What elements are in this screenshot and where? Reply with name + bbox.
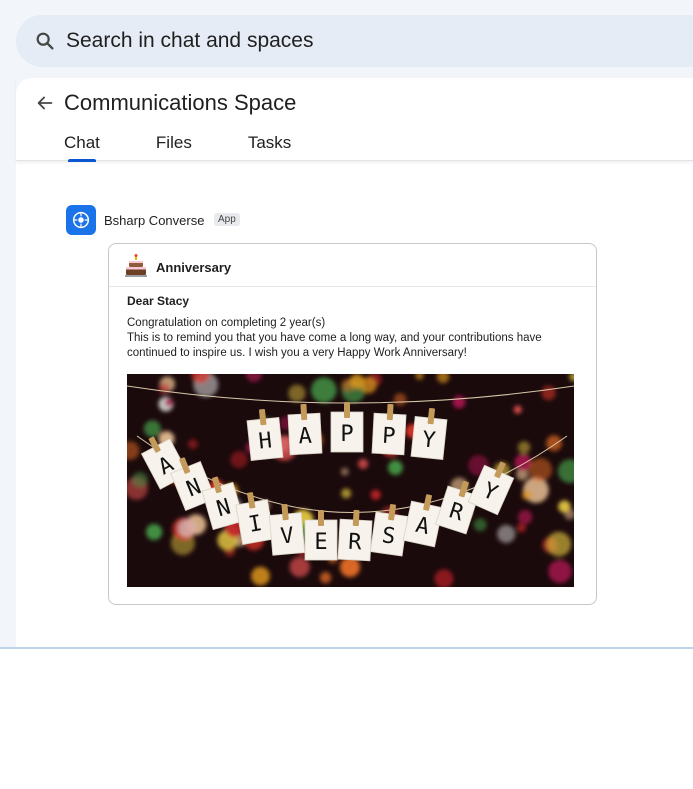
tab-files[interactable]: Files bbox=[156, 133, 192, 153]
banner-letter-top-1: A bbox=[287, 403, 323, 456]
search-bar[interactable]: Search in chat and spaces bbox=[16, 15, 693, 67]
anniversary-card: Anniversary Dear Stacy Congratulation on… bbox=[108, 243, 597, 605]
bot-icon bbox=[72, 211, 90, 229]
svg-text:R: R bbox=[348, 530, 363, 556]
space-tabs: Chat Files Tasks bbox=[64, 133, 347, 162]
svg-text:A: A bbox=[298, 424, 313, 450]
banner-letter-top-2: P bbox=[330, 402, 364, 453]
message-line: Congratulation on completing 2 year(s) bbox=[127, 317, 326, 329]
svg-text:Y: Y bbox=[421, 427, 437, 453]
back-arrow-icon[interactable] bbox=[34, 92, 56, 114]
space-panel: Communications Space Chat Files Tasks Bs… bbox=[16, 78, 693, 648]
app-badge: App bbox=[214, 213, 240, 226]
banner-letter-top-3: P bbox=[371, 403, 407, 456]
app-avatar[interactable] bbox=[66, 205, 96, 235]
sender-name[interactable]: Bsharp Converse bbox=[104, 213, 204, 228]
space-title: Communications Space bbox=[64, 90, 297, 115]
bottom-divider bbox=[0, 647, 693, 649]
card-title: Anniversary bbox=[156, 260, 232, 275]
search-icon bbox=[36, 32, 54, 50]
card-message: Congratulation on completing 2 year(s) T… bbox=[127, 316, 582, 361]
svg-text:V: V bbox=[280, 523, 295, 549]
message-line: This is to remind you that you have come… bbox=[127, 332, 542, 344]
anniversary-banner-image[interactable]: HAPPYANNIVERSARY bbox=[127, 374, 574, 587]
svg-text:E: E bbox=[314, 530, 327, 555]
banner-letter-top-0: H bbox=[246, 408, 284, 462]
message-line: continued to inspire us. I wish you a ve… bbox=[127, 347, 467, 359]
svg-text:P: P bbox=[382, 424, 397, 450]
banner-letter-top-4: Y bbox=[410, 407, 448, 461]
banner-graphic: H A P P YANNI V E R S ARY bbox=[127, 374, 574, 587]
svg-text:H: H bbox=[257, 428, 273, 454]
cake-icon bbox=[125, 254, 147, 277]
banner-letter-bottom-6: R bbox=[337, 509, 373, 562]
card-greeting: Dear Stacy bbox=[127, 294, 190, 308]
tab-tasks[interactable]: Tasks bbox=[248, 133, 291, 153]
search-placeholder: Search in chat and spaces bbox=[66, 29, 314, 52]
tab-chat[interactable]: Chat bbox=[64, 133, 100, 162]
svg-text:P: P bbox=[340, 422, 353, 447]
card-header: Anniversary bbox=[109, 244, 596, 287]
space-header: Communications Space Chat Files Tasks bbox=[16, 78, 693, 162]
banner-letter-bottom-7: S bbox=[369, 504, 409, 557]
